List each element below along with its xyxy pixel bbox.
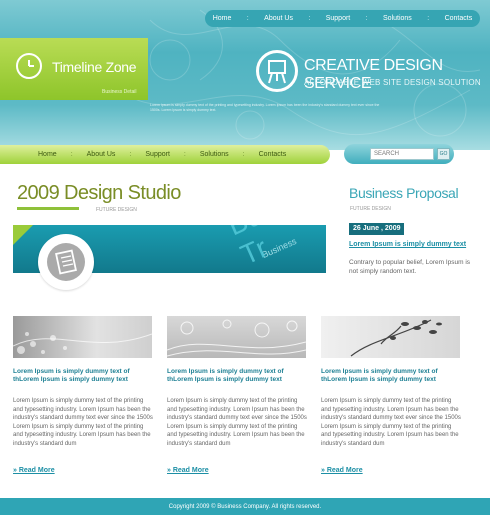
top-nav-support[interactable]: Support [326, 15, 351, 22]
top-nav-separator: : [308, 15, 311, 22]
read-more-link-1[interactable]: » Read More [13, 467, 55, 474]
feature-heading-3: Lorem Ipsum is simply dummy text of thLo… [321, 368, 438, 383]
brand-subtitle: Business Detail [102, 89, 137, 95]
proposal-text: Contrary to popular belief, Lorem Ipsum … [349, 259, 471, 275]
studio-subtitle: FUTURE DESIGN [96, 207, 137, 213]
menu-support[interactable]: Support [145, 151, 170, 158]
menu-separator: : [242, 151, 245, 158]
search-bar: SEARCH GO [344, 144, 454, 164]
menu-home[interactable]: Home [38, 151, 57, 158]
search-go-button[interactable]: GO [437, 148, 450, 160]
footer: Copyright 2009 © Business Company. All r… [0, 498, 490, 515]
hero-title: CREATIVE DESIGN SERVICE [304, 57, 443, 92]
studio-title: 2009 Design Studio [17, 182, 181, 204]
feature-heading-1: Lorem Ipsum is simply dummy text of thLo… [13, 368, 130, 383]
top-nav: Home : About Us : Support : Solutions : … [205, 10, 480, 27]
footer-copyright: Copyright 2009 © Business Company. All r… [168, 503, 322, 510]
menu-separator: : [129, 151, 132, 158]
clock-icon [16, 53, 42, 79]
studio-title-underline [17, 207, 79, 210]
proposal-subtitle: FUTURE DESIGN [350, 206, 391, 212]
top-nav-contacts[interactable]: Contacts [445, 15, 473, 22]
brand-title: Timeline Zone [52, 59, 137, 75]
top-nav-separator: : [246, 15, 249, 22]
top-nav-solutions[interactable]: Solutions [383, 15, 412, 22]
feature-image-2 [167, 316, 306, 358]
menu-solutions[interactable]: Solutions [200, 151, 229, 158]
feature-image-3 [321, 316, 460, 358]
easel-icon [256, 50, 298, 92]
banner-text: Business Tr [223, 225, 326, 271]
top-nav-separator: : [427, 15, 430, 22]
brand-box: Timeline Zone Business Detail [0, 38, 148, 100]
proposal-link[interactable]: Lorem Ipsum is simply dummy text [349, 241, 466, 248]
proposal-title: Business Proposal [349, 185, 459, 201]
document-icon [47, 243, 85, 281]
feature-column-2: Lorem Ipsum is simply dummy text of thLo… [167, 316, 307, 474]
feature-body-3: Lorem Ipsum is simply dummy text of the … [321, 398, 461, 447]
menu-separator: : [183, 151, 186, 158]
hero-lorem: Lorem Ipsum is simply dummy text of the … [150, 103, 380, 112]
top-nav-about-us[interactable]: About Us [264, 15, 293, 22]
top-nav-home[interactable]: Home [213, 15, 232, 22]
top-nav-separator: : [365, 15, 368, 22]
feature-image-1 [13, 316, 152, 358]
read-more-link-2[interactable]: » Read More [167, 467, 209, 474]
main-menu: Home : About Us : Support : Solutions : … [0, 145, 330, 164]
read-more-link-3[interactable]: » Read More [321, 467, 363, 474]
date-badge: 26 June , 2009 [349, 223, 405, 235]
feature-column-1: Lorem Ipsum is simply dummy text of thLo… [13, 316, 153, 474]
search-input[interactable]: SEARCH [370, 148, 434, 160]
header: Home : About Us : Support : Solutions : … [0, 0, 490, 150]
hero-subtitle: AFFORDABLE WEB SITE DESIGN SOLUTION [304, 78, 481, 87]
menu-contacts[interactable]: Contacts [259, 151, 287, 158]
feature-body-2: Lorem Ipsum is simply dummy text of the … [167, 398, 307, 447]
banner-badge [38, 234, 94, 290]
menu-about-us[interactable]: About Us [87, 151, 116, 158]
feature-heading-2: Lorem Ipsum is simply dummy text of thLo… [167, 368, 284, 383]
feature-body-1: Lorem Ipsum is simply dummy text of the … [13, 398, 153, 447]
feature-column-3: Lorem Ipsum is simply dummy text of thLo… [321, 316, 461, 474]
banner-corner [13, 225, 33, 245]
menu-separator: : [70, 151, 73, 158]
